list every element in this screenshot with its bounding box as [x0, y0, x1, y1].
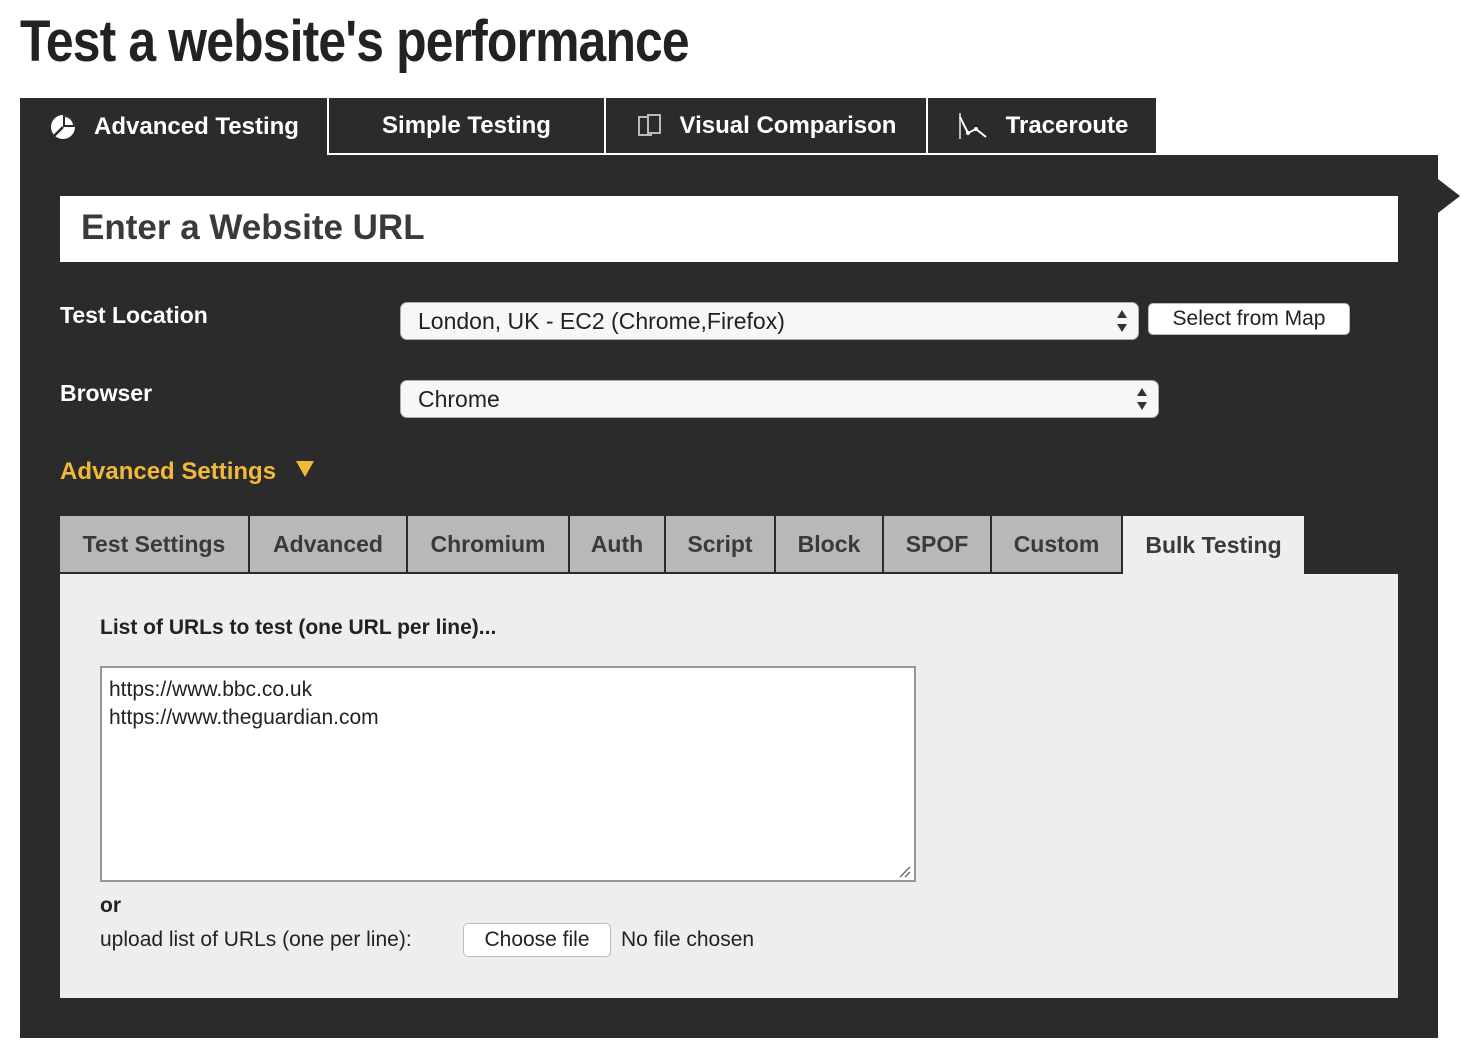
panel-arrow: [1438, 179, 1460, 213]
choose-file-button[interactable]: Choose file: [463, 923, 611, 957]
tab-script[interactable]: Script: [666, 516, 776, 574]
pages-compare-icon: [636, 112, 664, 140]
tab-visual-comparison-label: Visual Comparison: [679, 111, 897, 139]
select-from-map-button[interactable]: Select from Map: [1148, 303, 1350, 335]
tab-advanced[interactable]: Advanced: [250, 516, 408, 574]
tab-spof[interactable]: SPOF: [884, 516, 992, 574]
settings-tabs: Test Settings Advanced Chromium Auth Scr…: [60, 516, 1304, 574]
select-arrows-icon: [1116, 310, 1128, 332]
or-text: or: [100, 894, 121, 917]
tab-traceroute[interactable]: Traceroute: [928, 98, 1156, 155]
url-section-header: Enter a Website URL: [60, 196, 1398, 262]
test-location-select[interactable]: London, UK - EC2 (Chrome,Firefox): [400, 302, 1139, 340]
tab-simple-testing[interactable]: Simple Testing: [329, 98, 606, 155]
tab-test-settings[interactable]: Test Settings: [60, 516, 250, 574]
resize-handle-icon[interactable]: [897, 864, 911, 878]
tab-advanced-testing-label: Advanced Testing: [94, 112, 299, 140]
tab-bulk-testing[interactable]: Bulk Testing: [1123, 516, 1304, 574]
url-list-textarea[interactable]: https://www.bbc.co.uk https://www.thegua…: [100, 666, 916, 882]
test-location-label: Test Location: [60, 302, 208, 328]
browser-label: Browser: [60, 380, 153, 406]
tab-traceroute-label: Traceroute: [1005, 111, 1129, 139]
chart-pie-icon: [48, 112, 78, 142]
tab-simple-testing-label: Simple Testing: [382, 111, 551, 139]
upload-label: upload list of URLs (one per line):: [100, 928, 412, 951]
browser-select[interactable]: Chrome: [400, 380, 1159, 418]
advanced-settings-label: Advanced Settings: [60, 458, 277, 485]
tab-block[interactable]: Block: [776, 516, 884, 574]
file-status: No file chosen: [621, 928, 755, 951]
page-title: Test a website's performance: [20, 9, 690, 74]
triangle-down-icon: [296, 461, 315, 477]
url-list-label: List of URLs to test (one URL per line).…: [100, 616, 497, 639]
browser-value: Chrome: [418, 385, 500, 412]
tab-custom[interactable]: Custom: [992, 516, 1123, 574]
tab-advanced-testing[interactable]: Advanced Testing: [20, 98, 329, 155]
advanced-settings-toggle[interactable]: Advanced Settings: [60, 458, 315, 486]
select-arrows-icon: [1136, 388, 1148, 410]
main-tabs: Advanced Testing Simple Testing Visual C…: [20, 98, 1156, 155]
traceroute-icon: [956, 111, 990, 141]
tab-visual-comparison[interactable]: Visual Comparison: [606, 98, 928, 155]
tab-chromium[interactable]: Chromium: [408, 516, 570, 574]
url-section-heading: Enter a Website URL: [81, 208, 425, 247]
tab-auth[interactable]: Auth: [570, 516, 666, 574]
test-location-value: London, UK - EC2 (Chrome,Firefox): [418, 307, 785, 334]
